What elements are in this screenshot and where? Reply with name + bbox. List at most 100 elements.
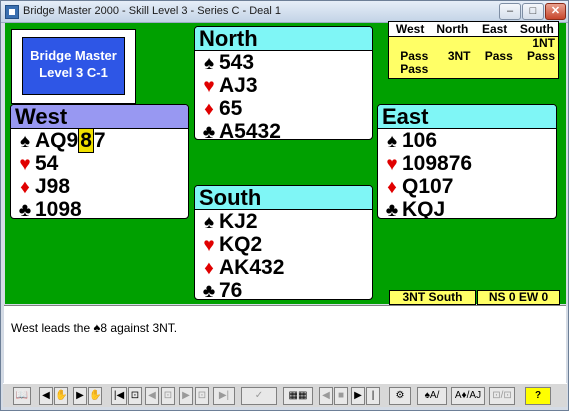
east-clubs-cards[interactable]: KQJ [402, 198, 445, 218]
logo-panel: Bridge Master Level 3 C-1 [11, 29, 136, 104]
prev-trick-button[interactable]: ◀ [145, 387, 159, 405]
north-hearts-cards[interactable]: AJ3 [219, 74, 258, 97]
north-spades-cards[interactable]: 543 [219, 51, 254, 74]
west-clubs-cards[interactable]: 1098 [35, 198, 82, 218]
south-clubs-cards[interactable]: 76 [219, 279, 242, 299]
north-diamonds-cards[interactable]: 65 [219, 97, 242, 120]
club-icon: ♣ [18, 200, 32, 219]
deal-list-button[interactable]: ▦▦ [283, 387, 313, 405]
east-diamonds-cards[interactable]: Q107 [402, 175, 453, 198]
hand-forward-button[interactable]: ✋ [88, 387, 102, 405]
app-window: Bridge Master 2000 - Skill Level 3 - Ser… [0, 0, 569, 411]
heart-icon: ♥ [203, 235, 215, 256]
maximize-button[interactable]: □ [522, 3, 544, 20]
west-diamonds-cards[interactable]: J98 [35, 175, 70, 198]
message-pre: West leads the [11, 321, 94, 335]
hand-south: South ♠ KJ2 ♥ KQ2 ♦ AK432 ♣ 76 [194, 185, 373, 300]
next-deal-button[interactable]: ▶ [351, 387, 365, 405]
title-bar[interactable]: Bridge Master 2000 - Skill Level 3 - Ser… [1, 1, 568, 23]
bid-header-north: North [436, 22, 469, 36]
hand-north: North ♠ 543 ♥ AJ3 ♦ 65 ♣ A5432 [194, 26, 373, 140]
end-button[interactable]: | [366, 387, 380, 405]
trick-end-button[interactable]: ⊡ [195, 387, 209, 405]
north-clubs[interactable]: ♣ A5432 [195, 120, 372, 139]
help-button[interactable]: ? [525, 387, 551, 405]
west-clubs[interactable]: ♣ 1098 [11, 198, 188, 219]
spade-icon: ♠ [203, 53, 215, 74]
west-hearts[interactable]: ♥ 54 [11, 152, 188, 175]
west-diamonds[interactable]: ♦ J98 [11, 175, 188, 198]
diamond-icon: ♦ [387, 177, 397, 198]
book-button[interactable]: 📖 [13, 387, 31, 405]
club-icon: ♣ [385, 200, 399, 219]
south-spades-cards[interactable]: KJ2 [219, 210, 258, 233]
trick-button[interactable]: ⊡ [161, 387, 175, 405]
west-spades-cards[interactable]: AQ9 [35, 129, 78, 152]
toolbar: 📖 ◀ ✋ ▶ ✋ |◀ ⊡ ◀ ⊡ ▶ ⊡ ▶| ✓ ▦▦ ◀ ■ ▶ | ⚙… [3, 383, 567, 407]
south-clubs[interactable]: ♣ 76 [195, 279, 372, 299]
hand-back-button[interactable]: ✋ [54, 387, 68, 405]
prev-deal-button[interactable]: ◀ [319, 387, 333, 405]
south-hearts-cards[interactable]: KQ2 [219, 233, 262, 256]
bid-row: Pass [389, 63, 558, 76]
east-spades[interactable]: ♠ 106 [378, 129, 556, 152]
north-clubs-cards[interactable]: A5432 [219, 120, 281, 139]
east-hearts-cards[interactable]: 109876 [402, 152, 472, 175]
diamond-icon: ♦ [204, 258, 214, 279]
north-hearts[interactable]: ♥ AJ3 [195, 74, 372, 97]
diamond-icon: ♦ [20, 177, 30, 198]
heart-icon: ♥ [203, 76, 215, 97]
stop-button[interactable]: ■ [334, 387, 348, 405]
diamond-icon: ♦ [204, 99, 214, 120]
claim-button[interactable]: ✓ [241, 387, 277, 405]
west-spades[interactable]: ♠ AQ987 [11, 128, 188, 153]
show-all-button[interactable]: A♦/AJ [451, 387, 485, 405]
highlighted-card[interactable]: 8 [78, 128, 94, 153]
bid-cell: Pass [484, 49, 513, 63]
south-diamonds-cards[interactable]: AK432 [219, 256, 284, 279]
south-diamonds[interactable]: ♦ AK432 [195, 256, 372, 279]
close-button[interactable]: ✕ [545, 3, 566, 20]
hand-east: East ♠ 106 ♥ 109876 ♦ Q107 ♣ KQJ [377, 104, 557, 219]
swap-button[interactable]: ⊡/⊡ [489, 387, 515, 405]
east-spades-cards[interactable]: 106 [402, 129, 437, 152]
hand-west: West ♠ AQ987 ♥ 54 ♦ J98 ♣ 1098 [10, 104, 189, 219]
west-spades-cards-rest[interactable]: 7 [94, 129, 106, 152]
spade-icon: ♠ [386, 131, 398, 152]
card-button[interactable]: ⊡ [128, 387, 142, 405]
logo-line-1: Bridge Master [30, 48, 117, 63]
message-post: 8 against 3NT. [100, 321, 178, 335]
bidding-header: West North East South [389, 22, 558, 37]
east-diamonds[interactable]: ♦ Q107 [378, 175, 556, 198]
hand-east-name: East [378, 105, 556, 129]
first-trick-button[interactable]: |◀ [111, 387, 127, 405]
bid-cell [431, 63, 473, 76]
bid-cell: Pass [400, 62, 429, 76]
window-title: Bridge Master 2000 - Skill Level 3 - Ser… [23, 5, 281, 17]
south-hearts[interactable]: ♥ KQ2 [195, 233, 372, 256]
east-hearts[interactable]: ♥ 109876 [378, 152, 556, 175]
bid-header-west: West [395, 22, 425, 36]
next-trick-button[interactable]: ▶ [179, 387, 193, 405]
east-clubs[interactable]: ♣ KQJ [378, 198, 556, 219]
bid-cell: 3NT [447, 49, 471, 63]
bid-cell [516, 63, 558, 76]
north-diamonds[interactable]: ♦ 65 [195, 97, 372, 120]
show-hands-button[interactable]: ♠A/ [417, 387, 447, 405]
south-spades[interactable]: ♠ KJ2 [195, 210, 372, 233]
hand-west-name: West [11, 105, 188, 129]
contract-status: 3NT South [389, 290, 476, 305]
forward-button[interactable]: ▶ [73, 387, 87, 405]
app-icon [5, 5, 19, 19]
north-spades[interactable]: ♠ 543 [195, 51, 372, 74]
minimize-button[interactable]: – [499, 3, 521, 20]
west-hearts-cards[interactable]: 54 [35, 152, 58, 175]
spade-icon: ♠ [19, 131, 31, 152]
bid-cell: Pass [526, 49, 555, 63]
settings-button[interactable]: ⚙ [389, 387, 411, 405]
hand-north-name: North [195, 27, 372, 51]
back-button[interactable]: ◀ [39, 387, 53, 405]
bid-header-south: South [519, 22, 554, 36]
last-trick-button[interactable]: ▶| [213, 387, 235, 405]
logo: Bridge Master Level 3 C-1 [22, 37, 125, 95]
